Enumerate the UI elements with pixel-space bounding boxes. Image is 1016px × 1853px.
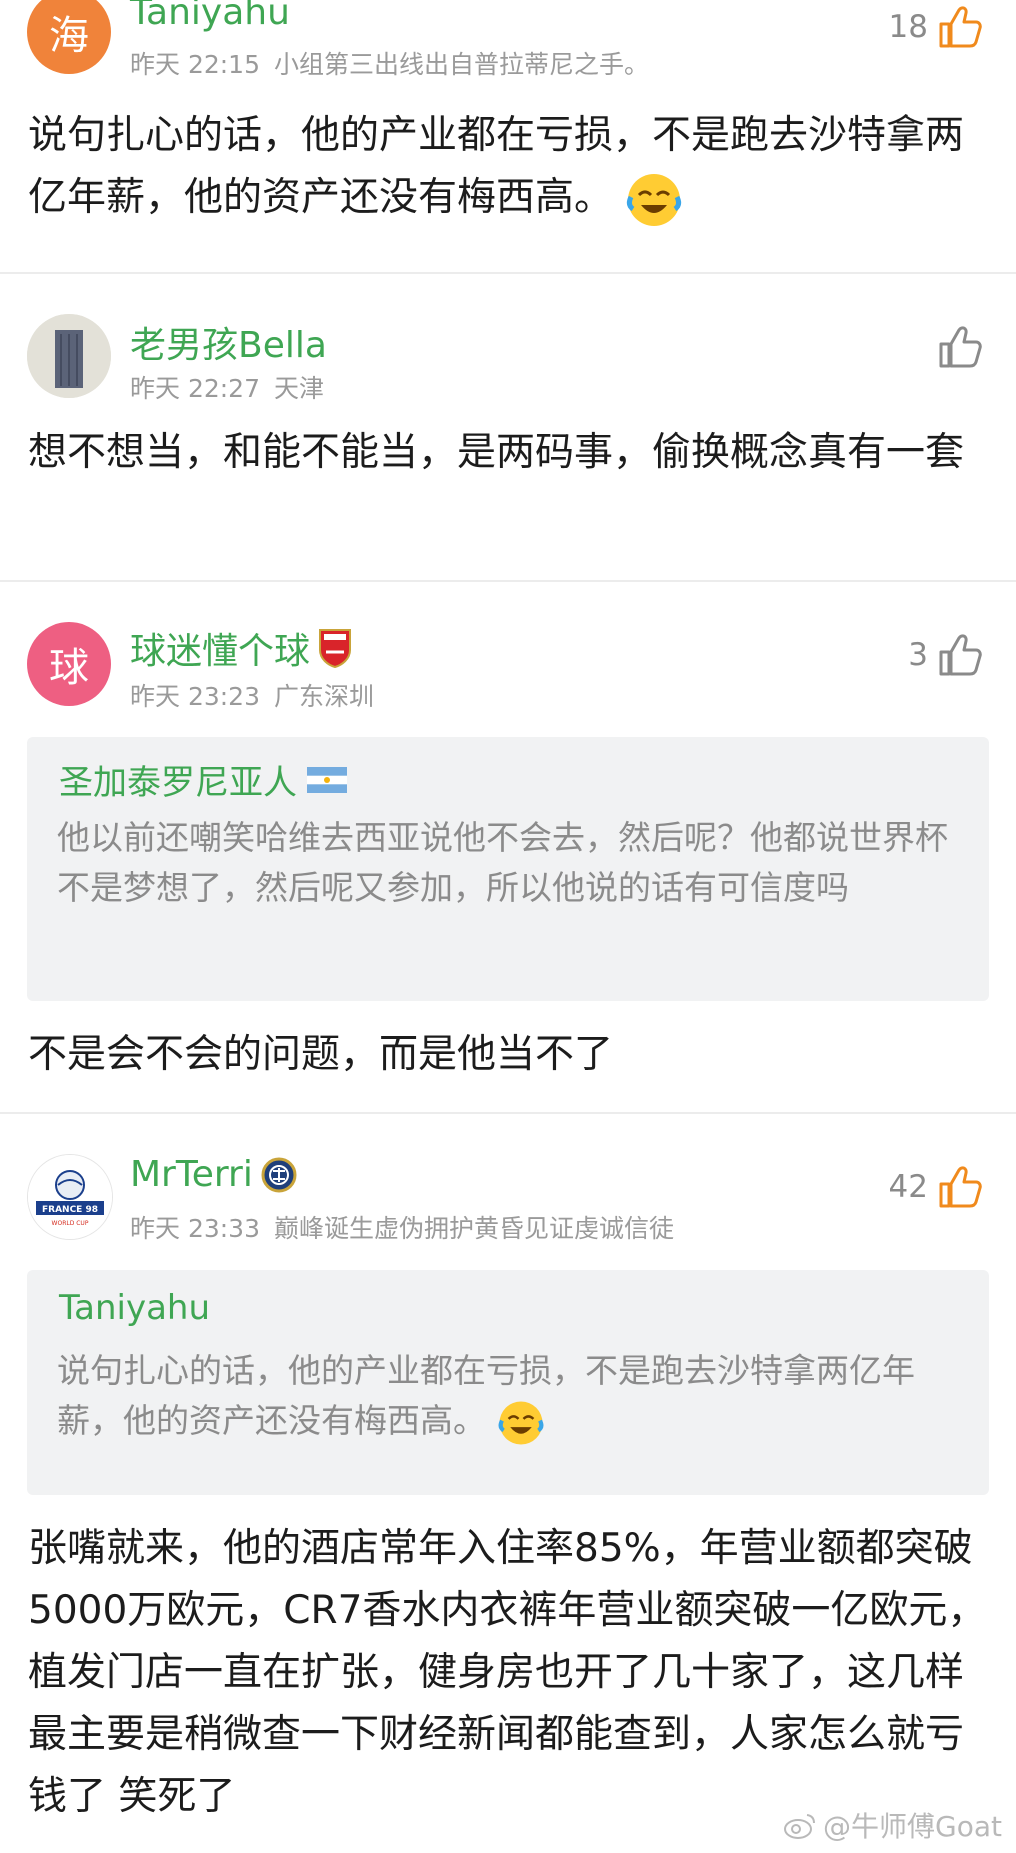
comment-item: 海 Taniyahu 昨天 22:15 小组第三出线出自普拉蒂尼之手。 18 说句… [0,0,1016,272]
comment-time: 昨天 22:15 [130,50,260,79]
comment-item: FRANCE 98 WORLD CUP MrTerri 昨天 23:33 巅峰诞生… [0,1114,1016,1853]
comment-time: 昨天 23:23 [130,682,260,711]
comment-location: 小组第三出线出自普拉蒂尼之手。 [274,50,650,79]
quoted-username[interactable]: Taniyahu [59,1288,210,1328]
username[interactable]: Taniyahu [130,0,290,33]
like-button[interactable]: 42 [889,1166,982,1208]
avatar-char: 海 [49,13,89,59]
quoted-text: 说句扎心的话，他的产业都在亏损，不是跑去沙特拿两亿年薪，他的资产还没有梅西高。 [57,1346,967,1447]
avatar[interactable]: 海 [27,0,111,74]
argentina-flag-icon [307,766,347,793]
comment-meta: 昨天 23:23 广东深圳 [130,677,374,713]
thumbs-up-icon [939,634,982,676]
comment-meta: 昨天 22:15 小组第三出线出自普拉蒂尼之手。 [130,45,649,81]
quoted-username[interactable]: 圣加泰罗尼亚人 [59,755,347,804]
comment-item: 球 球迷懂个球 昨天 23:23 广东深圳 3 圣加泰罗尼亚人 他以前还嘲笑哈维去… [0,582,1016,1112]
username[interactable]: 球迷懂个球 [130,622,352,674]
like-count: 3 [908,637,928,673]
quoted-comment[interactable]: 圣加泰罗尼亚人 他以前还嘲笑哈维去西亚说他不会去，然后呢？他都说世界杯不是梦想了… [27,737,989,1001]
comment-time: 昨天 23:33 [130,1214,260,1243]
like-count: 42 [888,1169,928,1205]
svg-text:FRANCE 98: FRANCE 98 [42,1205,98,1215]
comment-location: 广东深圳 [274,682,375,711]
comment-location: 巅峰诞生虚伪拥护黄昏见证虔诚信徒 [274,1214,675,1243]
like-button[interactable]: 18 [889,6,982,48]
weibo-logo-icon [784,1814,816,1839]
comment-text: 说句扎心的话，他的产业都在亏损，不是跑去沙特拿两亿年薪，他的资产还没有梅西高。 [28,105,993,229]
quoted-text: 他以前还嘲笑哈维去西亚说他不会去，然后呢？他都说世界杯不是梦想了，然后呢又参加，… [57,818,948,907]
avatar[interactable]: FRANCE 98 WORLD CUP [27,1154,113,1240]
quoted-comment[interactable]: Taniyahu 说句扎心的话，他的产业都在亏损，不是跑去沙特拿两亿年薪，他的资… [27,1270,989,1495]
laughing-crying-emoji-icon [498,1400,543,1445]
watermark: @牛师傅Goat [783,1805,1002,1845]
thumbs-up-icon [939,1166,982,1208]
comment-text: 张嘴就来，他的酒店常年入住率85%，年营业额都突破5000万欧元，CR7香水内衣… [28,1526,987,1819]
watermark-text: @牛师傅Goat [823,1810,1002,1843]
thumbs-up-icon [939,326,982,368]
like-button[interactable] [928,326,982,368]
username[interactable]: 老男孩Bella [130,316,327,368]
inter-milan-badge-icon [261,1157,297,1192]
comment-meta: 昨天 23:33 巅峰诞生虚伪拥护黄昏见证虔诚信徒 [130,1209,674,1245]
thumbs-up-icon [939,6,982,48]
avatar-char: 球 [49,645,89,691]
avatar-image: FRANCE 98 WORLD CUP [28,1155,112,1239]
laughing-crying-emoji-icon [627,173,682,226]
like-button[interactable]: 3 [908,634,982,676]
avatar[interactable]: 球 [27,622,111,706]
comment-item: 老男孩Bella 昨天 22:27 天津 想不想当，和能不能当，是两码事，偷换概念… [0,274,1016,580]
like-count: 18 [888,9,928,45]
comment-time: 昨天 22:27 [130,374,260,403]
comment-location: 天津 [274,374,325,403]
username[interactable]: MrTerri [130,1154,297,1195]
comment-text: 不是会不会的问题，而是他当不了 [28,1032,614,1077]
arsenal-badge-icon [319,629,352,668]
comment-meta: 昨天 22:27 天津 [130,369,324,405]
avatar[interactable] [27,314,111,398]
svg-text:WORLD CUP: WORLD CUP [52,1220,89,1227]
comment-text: 想不想当，和能不能当，是两码事，偷换概念真有一套 [28,430,965,475]
avatar-image [27,314,111,398]
